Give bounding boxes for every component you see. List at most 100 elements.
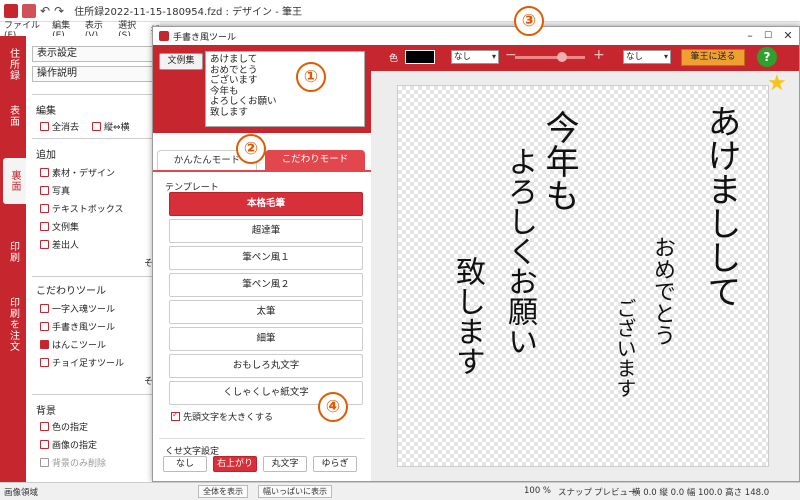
operation-help-button[interactable]: 操作説明 <box>32 66 156 82</box>
template-button[interactable]: おもしろ丸文字 <box>169 354 363 378</box>
tool-onechar-item[interactable]: 一字入魂ツール <box>40 302 115 315</box>
textbox-icon <box>40 204 49 213</box>
preview-canvas[interactable]: あけましして おめでとう ございます 今年も よろしくお願い 致します <box>397 85 769 467</box>
annotation-marker-3: ③ <box>514 6 544 36</box>
app-icon <box>4 3 18 18</box>
canvas-area: あけましして おめでとう ございます 今年も よろしくお願い 致します ★ <box>371 71 799 481</box>
minimize-icon[interactable]: – <box>743 29 757 43</box>
add-material-label: 素材・デザイン <box>52 169 116 179</box>
minus-icon[interactable]: − <box>505 47 517 63</box>
add-sample-label: 文例集 <box>52 223 80 233</box>
mode-body: テンプレート 本格毛筆 超達筆 筆ペン風１ 筆ペン風２ 太筆 細筆 おもしろ丸文… <box>153 170 371 481</box>
orientation-item[interactable]: 縦⇔横 <box>92 120 130 133</box>
quirk-round-button[interactable]: 丸文字 <box>263 456 307 472</box>
show-all-button[interactable]: 全体を表示 <box>198 485 248 498</box>
dialog-title: 手書き風ツール <box>173 32 237 43</box>
add-sender-label: 差出人 <box>52 241 80 251</box>
add-sample-item[interactable]: 文例集 <box>40 220 79 233</box>
add-heading: 追加 <box>36 150 56 161</box>
slider-handle[interactable] <box>557 52 567 62</box>
dialog-app-icon <box>159 31 169 41</box>
preview-toggle[interactable]: プレビュー <box>594 486 637 498</box>
add-material-item[interactable]: 素材・デザイン <box>40 166 115 179</box>
annotation-marker-1: ① <box>296 62 326 92</box>
message-textarea[interactable]: あけまして おめでとう ございます 今年も よろしくお願い 致します <box>205 51 365 127</box>
quirk-slant-button[interactable]: 右上がり <box>213 456 257 472</box>
template-button[interactable]: 細筆 <box>169 327 363 351</box>
bg-image-label: 画像の指定 <box>52 441 98 451</box>
clear-all-label: 全消去 <box>52 123 80 133</box>
tab-advanced-mode[interactable]: こだわりモード <box>265 150 365 170</box>
tab-address-book[interactable]: 住所録 <box>2 40 24 88</box>
close-icon[interactable]: ✕ <box>781 29 795 43</box>
annotation-marker-2: ② <box>236 134 266 164</box>
tool-handwriting-item[interactable]: 手書き風ツール <box>40 320 115 333</box>
effect-select[interactable]: なし <box>451 50 499 64</box>
add-photo-label: 写真 <box>52 187 71 197</box>
orientation-icon <box>92 122 101 131</box>
tool-addon-item[interactable]: チョイ足すツール <box>40 356 124 369</box>
sender-icon <box>40 240 49 249</box>
coordinates-readout: 横 0.0 縦 0.0 幅 100.0 高さ 148.0 <box>632 488 770 498</box>
fit-width-button[interactable]: 幅いっぱいに表示 <box>258 485 332 498</box>
dialog-titlebar: 手書き風ツール <box>153 27 799 45</box>
template-button[interactable]: 超達筆 <box>169 219 363 243</box>
quirk-wobble-button[interactable]: ゆらぎ <box>313 456 357 472</box>
tool-stamp-item[interactable]: はんこツール <box>40 338 106 351</box>
star-icon[interactable]: ★ <box>767 73 787 95</box>
left-panel: 表示設定 操作説明 編集 全消去 縦⇔横 追加 素材・デザイン 写真 テキストボ… <box>26 36 160 484</box>
divider <box>32 94 156 95</box>
bg-image-item[interactable]: 画像の指定 <box>40 438 97 451</box>
template-button[interactable]: 太筆 <box>169 300 363 324</box>
undo-icon[interactable]: ↶ <box>40 4 50 18</box>
add-textbox-item[interactable]: テキストボックス <box>40 202 123 215</box>
tab-print[interactable]: 印刷 <box>2 232 24 272</box>
tools-heading: こだわりツール <box>36 286 106 297</box>
template-button[interactable]: 筆ペン風２ <box>169 273 363 297</box>
bg-color-item[interactable]: 色の指定 <box>40 420 88 433</box>
tool-handwriting-label: 手書き風ツール <box>52 323 116 333</box>
handwriting-icon <box>40 322 49 331</box>
display-settings-button[interactable]: 表示設定 <box>32 46 156 62</box>
material-icon <box>40 168 49 177</box>
size-slider[interactable] <box>515 56 585 59</box>
bg-delete-item[interactable]: 背景のみ削除 <box>40 456 106 469</box>
dialog-toolbar: 色 なし − + なし 筆王に送る ? <box>371 45 799 71</box>
orientation-label: 縦⇔横 <box>104 123 130 133</box>
onechar-icon <box>40 304 49 313</box>
redo-icon[interactable]: ↷ <box>54 4 64 18</box>
snap-toggle[interactable]: スナップ <box>558 486 592 498</box>
clear-all-item[interactable]: 全消去 <box>40 120 79 133</box>
tab-order-print[interactable]: 印刷を注文 <box>2 292 24 356</box>
maximize-icon[interactable]: ☐ <box>761 29 775 43</box>
status-area-label: 画像領域 <box>4 488 39 498</box>
brush-column: 今年も <box>539 110 579 212</box>
photo-icon <box>40 186 49 195</box>
app-window: ↶ ↷ 住所録2022-11-15-180954.fzd : デザイン - 筆王… <box>0 0 800 500</box>
color-swatch[interactable] <box>405 50 435 64</box>
annotation-marker-4: ④ <box>318 392 348 422</box>
tab-back[interactable]: 裏面 <box>3 158 26 204</box>
add-photo-item[interactable]: 写真 <box>40 184 70 197</box>
template-button[interactable]: 本格毛筆 <box>169 192 363 216</box>
stamp-icon <box>40 340 49 349</box>
checkbox-icon <box>171 410 180 421</box>
add-sender-item[interactable]: 差出人 <box>40 238 79 251</box>
save-icon[interactable] <box>22 3 36 18</box>
quirk-none-button[interactable]: なし <box>163 456 207 472</box>
edit-heading: 編集 <box>36 106 56 117</box>
help-button[interactable]: ? <box>757 47 777 67</box>
style-select[interactable]: なし <box>623 50 671 64</box>
plus-icon[interactable]: + <box>593 47 605 63</box>
brush-column: 致します <box>450 256 485 376</box>
brush-column: よろしくお願い <box>502 146 537 356</box>
trash-icon <box>40 458 49 467</box>
big-first-checkbox[interactable]: 先頭文字を大きくする <box>171 410 273 423</box>
clear-icon <box>40 122 49 131</box>
sample-button[interactable]: 文例集 <box>159 53 203 70</box>
divider <box>32 394 156 395</box>
template-button[interactable]: 筆ペン風１ <box>169 246 363 270</box>
tab-front[interactable]: 表面 <box>2 98 24 134</box>
send-to-fudeoh-button[interactable]: 筆王に送る <box>681 49 745 66</box>
image-icon <box>40 440 49 449</box>
